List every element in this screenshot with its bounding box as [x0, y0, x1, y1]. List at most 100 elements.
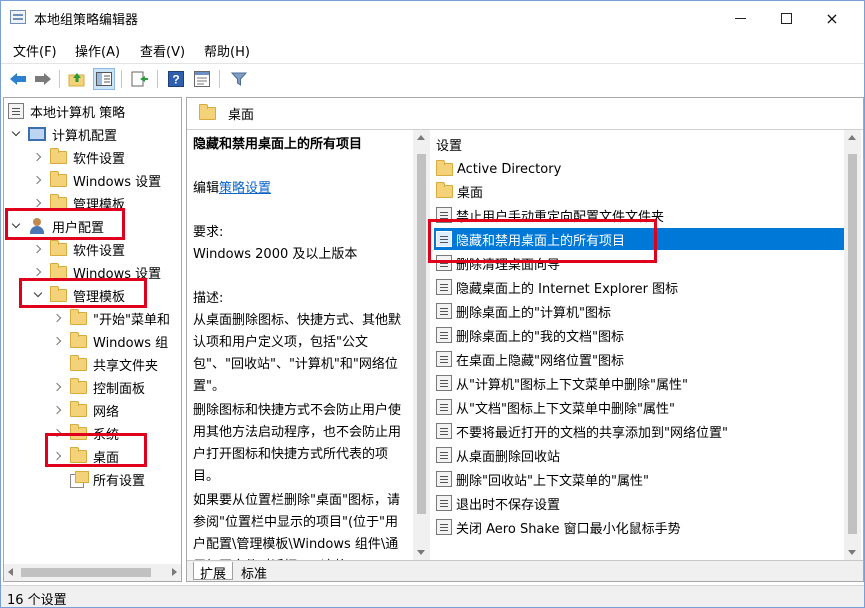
forward-button[interactable]: [32, 68, 54, 90]
scroll-up-icon[interactable]: [417, 135, 425, 140]
tree-item-start-menu[interactable]: "开始"菜单和: [52, 307, 170, 329]
menu-help[interactable]: 帮助(H): [204, 41, 250, 60]
tree-root[interactable]: 本地计算机 策略: [8, 100, 125, 122]
chevron-right-icon[interactable]: [52, 312, 64, 324]
tree-item-control-panel[interactable]: 控制面板: [52, 376, 145, 398]
scroll-thumb[interactable]: [417, 154, 426, 514]
menu-file[interactable]: 文件(F): [13, 41, 57, 60]
list-item-folder[interactable]: Active Directory: [434, 158, 844, 180]
scroll-thumb[interactable]: [21, 568, 151, 577]
setting-icon: [436, 351, 452, 367]
chevron-right-icon[interactable]: [52, 404, 64, 416]
chevron-right-icon[interactable]: [52, 335, 64, 347]
menu-view[interactable]: 查看(V): [140, 41, 185, 60]
back-button[interactable]: [7, 68, 29, 90]
chevron-down-icon[interactable]: [10, 128, 22, 140]
tree-item-system[interactable]: 系统: [52, 422, 119, 444]
tree-item-desktop[interactable]: 桌面: [52, 445, 119, 467]
list-item-setting[interactable]: 在桌面上隐藏"网络位置"图标: [434, 348, 844, 370]
maximize-button[interactable]: [763, 1, 809, 35]
tree-item-computer-admin-templates[interactable]: 管理模板: [32, 192, 125, 214]
list-item-setting[interactable]: 关闭 Aero Shake 窗口最小化鼠标手势: [434, 516, 844, 538]
help-button[interactable]: ?: [165, 68, 187, 90]
tree-item-label: 软件设置: [73, 151, 126, 167]
list-item-setting[interactable]: 删除桌面上的"计算机"图标: [434, 300, 844, 322]
tree-item-label: 系统: [93, 427, 120, 443]
help-icon: ?: [168, 71, 184, 87]
tree-item-computer-software-settings[interactable]: 软件设置: [32, 146, 125, 168]
edit-policy-link[interactable]: 策略设置: [219, 181, 271, 196]
description-para-3: 如果要从位置栏删除"桌面"图标，请参阅"位置栏中显示的项目"(位于"用户配置\管…: [193, 493, 400, 560]
tree-item-computer-windows-settings[interactable]: Windows 设置: [32, 169, 161, 191]
chevron-right-icon[interactable]: [32, 243, 44, 255]
tree-item-user-admin-templates[interactable]: 管理模板: [32, 284, 125, 306]
list-item-label: Active Directory: [457, 161, 562, 177]
settings-list-scrollbar[interactable]: [844, 130, 861, 560]
scroll-right-icon[interactable]: [172, 568, 177, 576]
list-item-setting[interactable]: 禁止用户手动重定向配置文件文件夹: [434, 204, 844, 226]
tree-item-computer-config[interactable]: 计算机配置: [10, 123, 117, 145]
toolbar-separator: [219, 70, 220, 88]
tree-horizontal-scrollbar[interactable]: [4, 564, 181, 581]
tree-item-all-settings[interactable]: 所有设置: [52, 468, 145, 490]
tree-item-user-windows-settings[interactable]: Windows 设置: [32, 261, 161, 283]
list-item-setting[interactable]: 从"计算机"图标上下文菜单中删除"属性": [434, 372, 844, 394]
tree-item-windows-components[interactable]: Windows 组: [52, 330, 168, 352]
scroll-down-icon[interactable]: [848, 550, 856, 555]
list-item-setting[interactable]: 删除桌面上的"我的文档"图标: [434, 324, 844, 346]
show-hide-tree-button[interactable]: [93, 68, 115, 90]
settings-column-header[interactable]: 设置: [436, 135, 462, 154]
scroll-left-icon[interactable]: [8, 568, 13, 576]
menu-action[interactable]: 操作(A): [75, 41, 120, 60]
folder-icon: [436, 159, 453, 176]
tab-standard[interactable]: 标准: [235, 562, 273, 582]
list-item-label: 隐藏桌面上的 Internet Explorer 图标: [456, 281, 679, 297]
folder-icon: [70, 400, 87, 417]
description-para-1: 从桌面删除图标、快捷方式、其他默认项和用户定义项，包括"公文包"、"回收站"、"…: [193, 313, 402, 394]
tree-item-user-config[interactable]: 用户配置: [10, 215, 104, 237]
chevron-right-icon[interactable]: [32, 197, 44, 209]
policy-icon: [8, 103, 24, 119]
up-one-level-button[interactable]: [66, 68, 88, 90]
list-item-label: 在桌面上隐藏"网络位置"图标: [456, 353, 624, 369]
filter-button[interactable]: [228, 68, 250, 90]
window-title: 本地组策略编辑器: [34, 13, 139, 28]
description-scrollbar[interactable]: [413, 130, 430, 560]
chevron-right-icon[interactable]: [52, 427, 64, 439]
scroll-thumb[interactable]: [848, 154, 857, 534]
list-item-setting[interactable]: 不要将最近打开的文档的共享添加到"网络位置": [434, 420, 844, 442]
list-item-folder[interactable]: 桌面: [434, 180, 844, 202]
setting-icon: [436, 375, 452, 391]
properties-button[interactable]: [191, 68, 213, 90]
user-icon: [28, 218, 46, 234]
tab-extended[interactable]: 扩展: [193, 562, 234, 582]
edit-policy-line: 编辑策略设置: [193, 178, 403, 200]
list-item-setting[interactable]: 从"文档"图标上下文菜单中删除"属性": [434, 396, 844, 418]
list-item-setting[interactable]: 退出时不保存设置: [434, 492, 844, 514]
scroll-up-icon[interactable]: [848, 135, 856, 140]
export-list-button[interactable]: [129, 68, 151, 90]
tree-item-label: "开始"菜单和: [93, 312, 170, 328]
list-item-setting[interactable]: 从桌面删除回收站: [434, 444, 844, 466]
close-button[interactable]: ×: [809, 1, 855, 35]
tree-item-network[interactable]: 网络: [52, 399, 119, 421]
tree-item-user-software-settings[interactable]: 软件设置: [32, 238, 125, 260]
list-item-setting[interactable]: 隐藏桌面上的 Internet Explorer 图标: [434, 276, 844, 298]
list-item-setting-selected[interactable]: 隐藏和禁用桌面上的所有项目: [434, 228, 844, 250]
list-item-setting[interactable]: 删除"回收站"上下文菜单的"属性": [434, 468, 844, 490]
chevron-right-icon[interactable]: [32, 174, 44, 186]
scroll-down-icon[interactable]: [417, 550, 425, 555]
menu-bar: 文件(F) 操作(A) 查看(V) 帮助(H): [1, 38, 864, 60]
chevron-right-icon[interactable]: [32, 151, 44, 163]
chevron-right-icon[interactable]: [52, 450, 64, 462]
chevron-down-icon[interactable]: [10, 220, 22, 232]
minimize-button[interactable]: [717, 1, 763, 35]
back-arrow-icon: [10, 73, 26, 85]
chevron-right-icon[interactable]: [32, 266, 44, 278]
all-settings-icon: [70, 471, 89, 488]
policy-tree: 本地计算机 策略 计算机配置 软件设置 Windows 设置 管理模板 用户配置: [3, 97, 182, 582]
tree-item-shared-folders[interactable]: 共享文件夹: [52, 353, 158, 375]
chevron-right-icon[interactable]: [52, 381, 64, 393]
list-item-setting[interactable]: 删除清理桌面向导: [434, 252, 844, 274]
chevron-down-icon[interactable]: [32, 289, 44, 301]
